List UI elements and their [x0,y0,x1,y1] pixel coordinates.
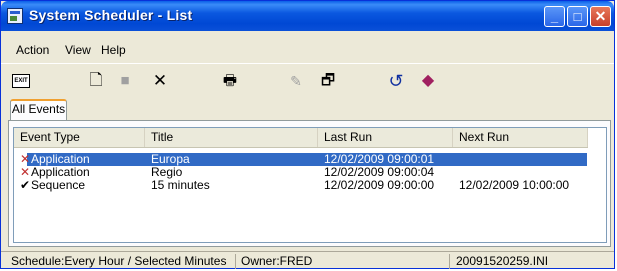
menu-help[interactable]: Help [101,43,126,57]
printer-icon: 🖶 [222,72,238,89]
toolbar: 🗋 ■ ✕ 🖶 ✎ 🗗 ↺ ◆ [1,63,614,96]
cell-next-run: 12/02/2009 10:00:00 [459,178,570,192]
column-header-next-run[interactable]: Next Run [453,128,588,147]
list-header: Event Type Title Last Run Next Run [14,128,588,148]
print-button[interactable]: 🖶 [219,70,241,92]
minimize-button[interactable]: _ [544,6,565,27]
column-header-title[interactable]: Title [145,128,318,147]
window-title: System Scheduler - List [29,7,193,23]
edit-button[interactable]: ✎ [285,70,307,92]
exit-icon: EXIT [14,78,28,84]
menu-action[interactable]: Action [16,43,49,57]
success-check-icon: ✔ [20,178,31,192]
delete-button[interactable]: ✕ [149,70,171,92]
stop-button[interactable]: ■ [114,70,136,92]
stop-icon: ■ [120,72,130,89]
maximize-button[interactable]: □ [567,6,588,27]
status-file: 20091520259.INI [456,254,549,268]
menu-view[interactable]: View [65,43,91,57]
cell-event-type: Sequence [31,178,86,192]
cell-last-run: 12/02/2009 09:00:00 [324,178,435,192]
exit-button[interactable]: EXIT [12,74,30,88]
tab-bar: All Events [1,99,614,120]
status-divider [449,254,450,269]
cell-title: 15 minutes [151,178,210,192]
edit-icon: ✎ [290,73,302,89]
status-schedule: Schedule:Every Hour / Selected Minutes [11,254,227,268]
title-bar[interactable]: System Scheduler - List _ □ ✕ [1,1,614,31]
app-window: System Scheduler - List _ □ ✕ Action Vie… [0,0,615,269]
menu-bar: Action View Help [1,41,614,59]
delete-icon: ✕ [152,71,168,90]
new-document-icon: 🗋 [89,72,103,89]
help-book-button[interactable]: ◆ [417,70,439,92]
scheduler-app-icon[interactable] [7,8,23,24]
table-row[interactable]: ✔ Sequence 15 minutes 12/02/2009 09:00:0… [14,179,588,192]
status-divider [235,254,236,269]
column-header-last-run[interactable]: Last Run [318,128,453,147]
properties-button[interactable]: 🗗 [317,70,339,92]
refresh-icon: ↺ [388,71,404,91]
status-bar: Schedule:Every Hour / Selected Minutes O… [1,251,614,270]
properties-icon: 🗗 [320,72,336,89]
selection-highlight [27,153,587,166]
refresh-button[interactable]: ↺ [385,70,407,92]
close-button[interactable]: ✕ [590,6,611,27]
new-event-button[interactable]: 🗋 [85,70,107,92]
events-list[interactable]: Event Type Title Last Run Next Run ✕ App… [13,127,607,243]
tab-all-events[interactable]: All Events [10,99,67,120]
table-row[interactable]: ✕ Application Europa 12/02/2009 09:00:01 [14,153,588,166]
status-owner: Owner:FRED [241,254,313,268]
column-header-event-type[interactable]: Event Type [14,128,145,147]
help-book-icon: ◆ [421,72,435,89]
